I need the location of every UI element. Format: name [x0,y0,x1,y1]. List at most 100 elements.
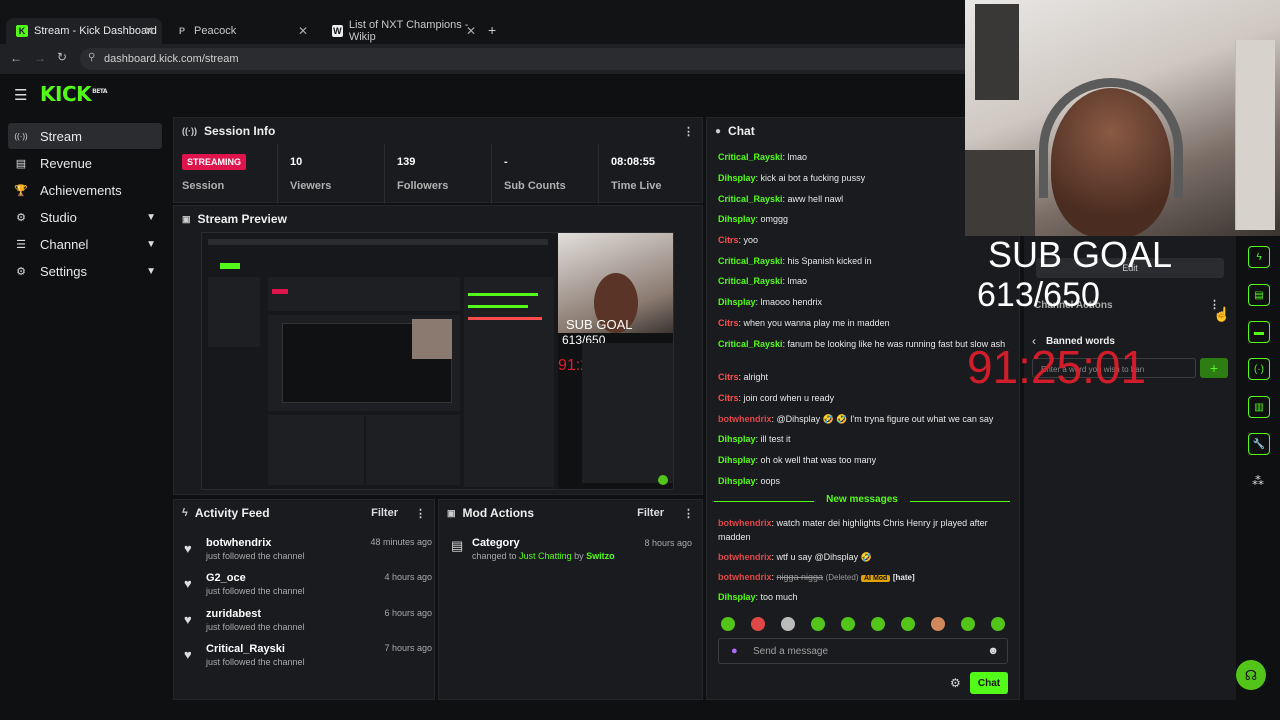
emote-icon[interactable] [931,617,945,631]
mirror-badge [272,289,288,294]
reload-icon[interactable]: ↻ [57,50,67,64]
deleted-reason: [hate] [892,573,915,582]
emote-icon[interactable] [811,617,825,631]
chat-username[interactable]: botwhendrix [718,414,772,424]
chevron-down-icon[interactable]: ▼ [146,266,156,277]
broadcast-icon[interactable]: (·) [1248,358,1270,380]
chat-username[interactable]: Critical_Rayski [718,256,783,266]
chat-username[interactable]: Dihsplay [718,592,756,602]
hamburger-menu-icon[interactable]: ☰ [14,86,27,104]
emote-icon[interactable] [961,617,975,631]
chat-username[interactable]: Critical_Rayski [718,339,783,349]
more-options-icon[interactable]: ⋮ [683,125,694,138]
filter-button[interactable]: Filter [637,507,664,519]
site-info-icon[interactable]: ⚲ [88,52,95,63]
tab-label: Stream - Kick Dashboard [34,25,157,37]
close-icon[interactable]: ✕ [466,24,476,38]
filter-button[interactable]: Filter [371,507,398,519]
tab-wikipedia[interactable]: W List of NXT Champions - Wikip ✕ [322,18,484,44]
chat-username[interactable]: Critical_Rayski [718,276,783,286]
lightning-icon[interactable]: ϟ [1248,246,1270,268]
chat-username[interactable]: Citrs [718,393,739,403]
microphone-icon[interactable]: ● [731,645,738,657]
follower-name[interactable]: G2_oce [206,572,246,584]
follower-name[interactable]: Critical_Rayski [206,643,285,655]
chat-username[interactable]: Citrs [718,372,739,382]
add-banned-word-button[interactable]: + [1200,358,1228,378]
more-options-icon[interactable]: ⋮ [415,507,426,520]
forward-icon[interactable]: → [34,51,46,65]
chevron-down-icon[interactable]: ▼ [146,212,156,223]
tab-label: List of NXT Champions - Wikip [348,19,469,43]
follower-name[interactable]: botwhendrix [206,537,271,549]
tab-peacock[interactable]: P Peacock ✕ [166,18,316,44]
mod-action-label: Category [472,537,520,549]
chat-username[interactable]: Dihsplay [718,455,756,465]
chat-username[interactable]: Dihsplay [718,434,756,444]
chat-username[interactable]: Citrs [718,235,739,245]
mod-action-by: by [571,551,587,561]
sidebar-item-studio[interactable]: ⚙ Studio ▼ [8,204,162,230]
chat-username[interactable]: botwhendrix [718,572,772,582]
new-messages-divider[interactable]: New messages [714,494,1010,508]
layout-icon[interactable]: ▥ [1248,396,1270,418]
emote-icon[interactable] [841,617,855,631]
chat-username[interactable]: Critical_Rayski [718,194,783,204]
sidebar-item-channel[interactable]: ☰ Channel ▼ [8,231,162,257]
close-icon[interactable]: ✕ [298,24,308,38]
chat-username[interactable]: Critical_Rayski [718,152,783,162]
chat-username[interactable]: botwhendrix [718,552,772,562]
chat-bubble-icon[interactable]: ▬ [1248,321,1270,343]
mirror-webcam [412,319,452,359]
chat-username[interactable]: Dihsplay [718,476,756,486]
chat-text: : @Dihsplay 🤣 🤣 I'm tryna figure out wha… [771,414,994,424]
kick-logo[interactable]: KICKBETA [40,82,108,106]
follower-name[interactable]: zuridabest [206,608,261,620]
stream-preview-video[interactable]: SUB GOAL 613/650 91:25:10 [201,232,674,490]
sidebar-item-stream[interactable]: ((·)) Stream [8,123,162,149]
chat-username[interactable]: botwhendrix [718,518,772,528]
sidebar-item-achievements[interactable]: 🏆 Achievements [8,177,162,203]
chevron-down-icon[interactable]: ▼ [146,239,156,250]
sidebar-item-revenue[interactable]: ▤ Revenue [8,150,162,176]
chat-text: : lmao [782,152,808,162]
emote-icon[interactable] [751,617,765,631]
emoji-icon[interactable]: ☻ [987,645,999,657]
chat-text: : when you wanna play me in madden [738,318,890,328]
chat-username[interactable]: Dihsplay [718,214,756,224]
back-icon[interactable]: ← [10,51,22,65]
emote-icon[interactable] [991,617,1005,631]
mod-action-time: 8 hours ago [644,538,692,548]
preview-sub-goal: SUB GOAL [566,317,633,332]
chat-username[interactable]: Citrs [718,318,739,328]
chair-image [965,150,1035,236]
tab-kick-dashboard[interactable]: K Stream - Kick Dashboard ✕ [6,18,162,44]
sub-count-overlay: 613/650 [977,276,1100,314]
chat-text: : lmao [782,276,808,286]
more-options-icon[interactable]: ⋮ [683,507,694,520]
wrench-icon[interactable]: 🔧 [1248,433,1270,455]
emote-icon[interactable] [721,617,735,631]
chat-input[interactable]: ● Send a message ☻ [718,638,1008,664]
list-item: ♥ G2_oce just followed the channel 4 hou… [182,572,432,606]
mod-action-user[interactable]: Switzo [586,551,615,561]
chat-message: botwhendrix: wtf u say @Dihsplay 🤣 [718,550,1010,564]
chat-username[interactable]: Dihsplay [718,173,756,183]
chat-username[interactable]: Dihsplay [718,297,756,307]
sidebar-item-settings[interactable]: ⚙ Settings ▼ [8,258,162,284]
close-icon[interactable]: ✕ [144,24,154,38]
mod-action-category[interactable]: Just Chatting [519,551,572,561]
preview-chat-icon [658,475,668,485]
chat-settings-icon[interactable]: ⚙ [950,676,961,690]
emote-icon[interactable] [781,617,795,631]
chat-message: Critical_Rayski: his Spanish kicked in [718,254,1010,268]
emote-icon[interactable] [901,617,915,631]
chat-text: : wtf u say @Dihsplay 🤣 [771,552,872,562]
streamer-face-image [1051,88,1171,236]
apps-icon[interactable]: ⁂ [1252,474,1264,488]
document-icon[interactable]: ▤ [1248,284,1270,306]
chat-send-button[interactable]: Chat [970,672,1008,694]
new-tab-button[interactable]: + [488,22,496,38]
emote-icon[interactable] [871,617,885,631]
support-icon[interactable]: ☊ [1236,660,1266,690]
